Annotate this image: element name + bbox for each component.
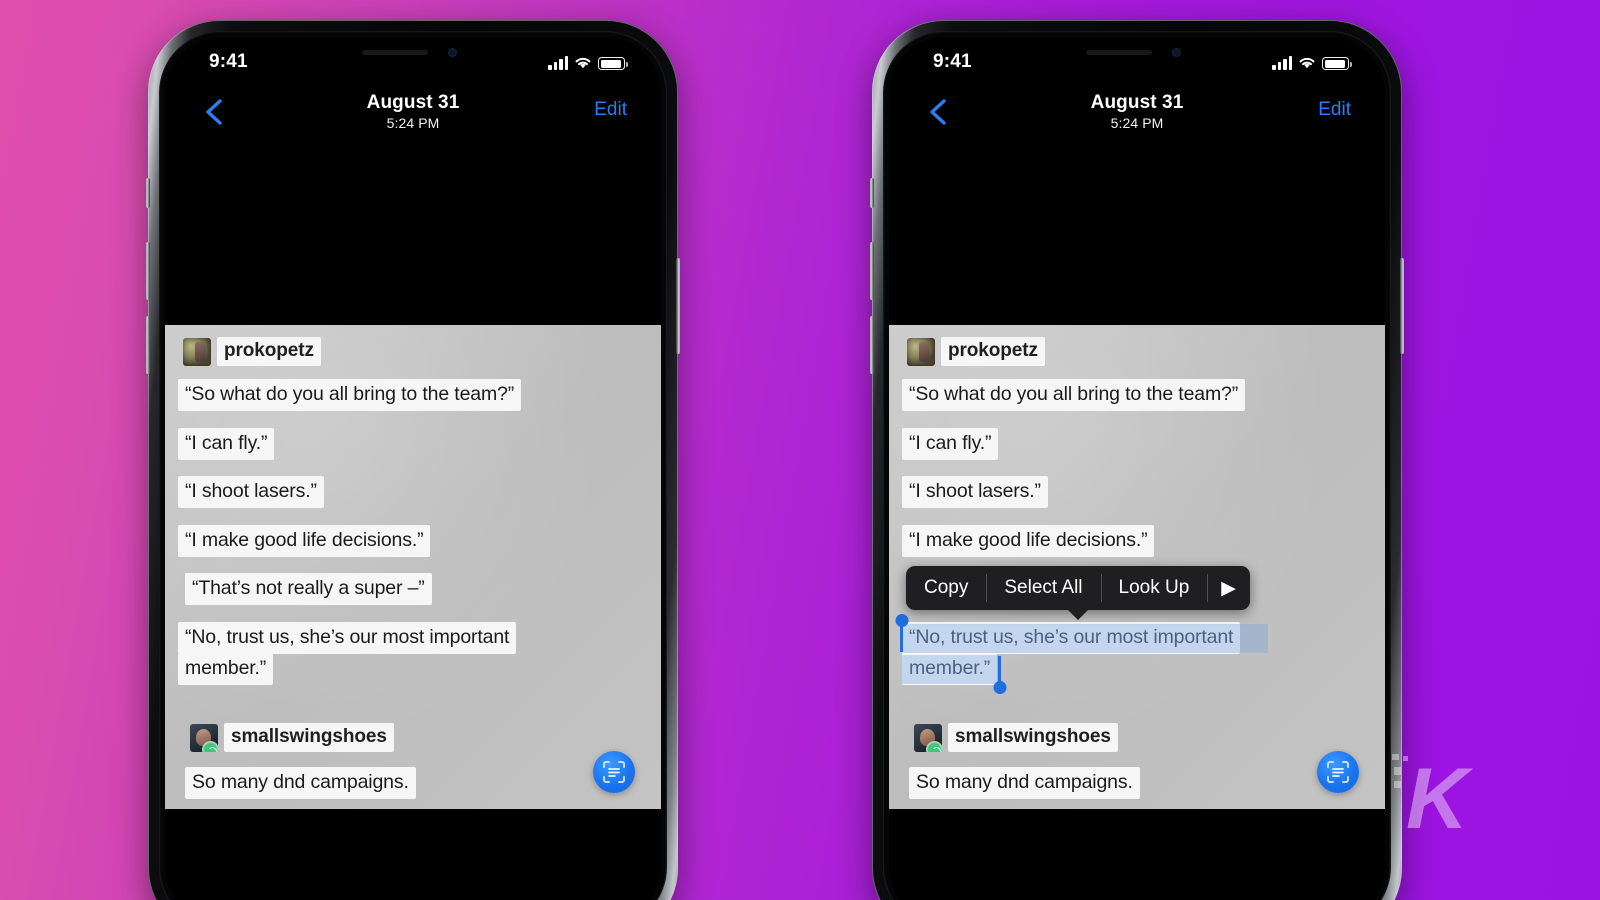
message-bubble: “I shoot lasers.” <box>902 476 1048 508</box>
page-subtitle: 5:24 PM <box>1110 115 1164 131</box>
text-selection-context-menu[interactable]: Copy Select All Look Up ▶ <box>906 566 1250 620</box>
edit-button[interactable]: Edit <box>1318 99 1351 121</box>
nav-bar: August 31 5:24 PM Edit <box>889 87 1385 143</box>
cellular-bars-icon <box>548 56 568 70</box>
page-title: August 31 <box>1090 92 1184 113</box>
user-avatar-prokopetz-icon <box>907 337 935 366</box>
live-text-scan-icon <box>1327 761 1349 783</box>
status-bar-indicators <box>548 54 628 70</box>
wifi-icon <box>574 56 592 70</box>
message-bubble: “I make good life decisions.” <box>178 525 431 557</box>
live-text-scan-button[interactable] <box>593 751 635 793</box>
message-bubble: So many dnd campaigns. <box>185 767 416 799</box>
username-label: prokopetz <box>941 337 1045 366</box>
user-avatar-smallswingshoes-icon <box>190 723 218 752</box>
volume-up-button[interactable] <box>870 242 874 300</box>
phone-left: 9:41 August 31 5:24 PM Edit prokopetz “S… <box>146 20 680 900</box>
front-camera-icon <box>1172 48 1181 57</box>
user-row-prokopetz: prokopetz <box>183 337 321 366</box>
message-bubble: member.” <box>178 653 274 685</box>
username-label: smallswingshoes <box>224 723 394 752</box>
mute-switch-button[interactable] <box>870 178 874 208</box>
earpiece-speaker-icon <box>1086 50 1152 55</box>
message-bubble: “So what do you all bring to the team?” <box>178 379 522 411</box>
status-bar-indicators <box>1272 54 1352 70</box>
context-menu-item-look-up[interactable]: Look Up <box>1100 566 1208 610</box>
live-text-scan-icon <box>603 761 625 783</box>
screenshot-canvas: 9:41 August 31 5:24 PM Edit prokopetz “S… <box>0 0 1600 900</box>
notch <box>1030 37 1244 70</box>
phone-right: 9:41 August 31 5:24 PM Edit prokopetz “S… <box>870 20 1404 900</box>
message-bubble: “I make good life decisions.” <box>902 525 1155 557</box>
conversation-screenshot-left: prokopetz “So what do you all bring to t… <box>165 325 661 809</box>
status-bar-time: 9:41 <box>209 51 248 72</box>
username-label: smallswingshoes <box>948 723 1118 752</box>
reblog-badge-icon <box>202 740 218 752</box>
mute-switch-button[interactable] <box>146 178 150 208</box>
volume-up-button[interactable] <box>146 242 150 300</box>
nav-title-block: August 31 5:24 PM <box>889 91 1385 133</box>
power-button[interactable] <box>676 258 680 354</box>
edit-button[interactable]: Edit <box>594 99 627 121</box>
page-title: August 31 <box>366 92 460 113</box>
volume-down-button[interactable] <box>146 316 150 374</box>
message-bubble-selected[interactable]: member.” <box>902 653 998 685</box>
context-menu-more-arrow-icon[interactable]: ▶ <box>1207 566 1250 610</box>
user-avatar-prokopetz-icon <box>183 337 211 366</box>
page-subtitle: 5:24 PM <box>386 115 440 131</box>
reblog-badge-icon <box>926 740 942 752</box>
user-row-prokopetz: prokopetz <box>907 337 1045 366</box>
message-bubble-selected[interactable]: “No, trust us, she’s our most important <box>902 622 1241 654</box>
conversation-screenshot-right: prokopetz “So what do you all bring to t… <box>889 325 1385 809</box>
wifi-icon <box>1298 56 1316 70</box>
phone-screen-left: 9:41 August 31 5:24 PM Edit prokopetz “S… <box>165 37 661 900</box>
context-menu-pointer <box>1066 609 1089 620</box>
selection-start-handle[interactable] <box>900 625 903 652</box>
context-menu-item-select-all[interactable]: Select All <box>986 566 1100 610</box>
battery-icon <box>598 57 628 70</box>
earpiece-speaker-icon <box>362 50 428 55</box>
battery-icon <box>1322 57 1352 70</box>
notch <box>306 37 520 70</box>
context-menu-item-copy[interactable]: Copy <box>906 566 986 610</box>
status-bar-time: 9:41 <box>933 51 972 72</box>
username-label: prokopetz <box>217 337 321 366</box>
user-avatar-smallswingshoes-icon <box>914 723 942 752</box>
message-bubble: So many dnd campaigns. <box>909 767 1140 799</box>
front-camera-icon <box>448 48 457 57</box>
message-bubble: “I can fly.” <box>178 428 275 460</box>
message-bubble: “I shoot lasers.” <box>178 476 324 508</box>
volume-down-button[interactable] <box>870 316 874 374</box>
user-row-smallswingshoes: smallswingshoes <box>914 723 1118 752</box>
cellular-bars-icon <box>1272 56 1292 70</box>
nav-bar: August 31 5:24 PM Edit <box>165 87 661 143</box>
message-bubble: “No, trust us, she’s our most important <box>178 622 517 654</box>
watermark-letter: K <box>1406 751 1469 847</box>
message-bubble: “That’s not really a super –” <box>185 573 432 605</box>
phone-screen-right: 9:41 August 31 5:24 PM Edit prokopetz “S… <box>889 37 1385 900</box>
user-row-smallswingshoes: smallswingshoes <box>190 723 394 752</box>
selection-end-handle[interactable] <box>998 656 1001 683</box>
live-text-scan-button[interactable] <box>1317 751 1359 793</box>
message-bubble: “So what do you all bring to the team?” <box>902 379 1246 411</box>
power-button[interactable] <box>1400 258 1404 354</box>
nav-title-block: August 31 5:24 PM <box>165 91 661 133</box>
message-bubble: “I can fly.” <box>902 428 999 460</box>
